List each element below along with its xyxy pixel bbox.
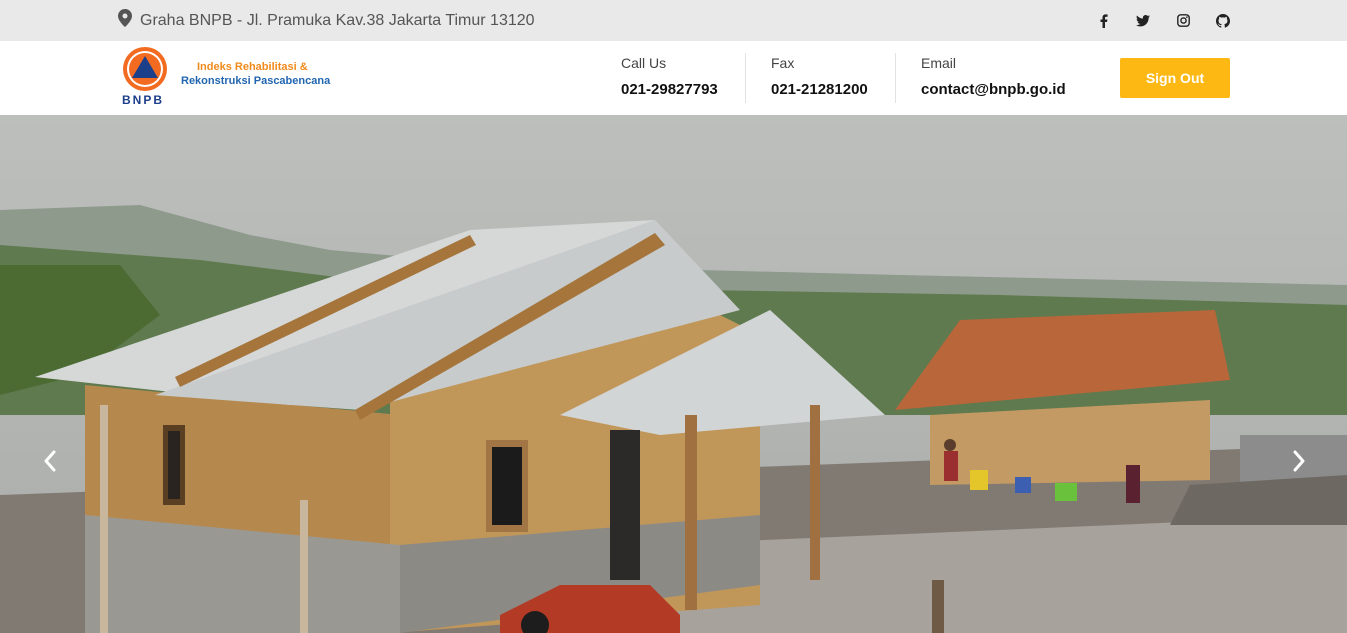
twitter-icon[interactable] [1136, 14, 1150, 28]
address-text: Graha BNPB - Jl. Pramuka Kav.38 Jakarta … [140, 11, 535, 29]
instagram-icon[interactable] [1176, 14, 1190, 28]
tagline-line-2: Rekonstruksi Pascabencana [181, 75, 331, 87]
contact-divider [895, 53, 896, 103]
site-tagline: Indeks Rehabilitasi & Rekonstruksi Pasca… [181, 60, 330, 88]
github-icon[interactable] [1216, 13, 1230, 28]
contact-email-value: contact@bnpb.go.id [921, 81, 1066, 98]
contact-fax-label: Fax [771, 55, 795, 71]
logo-text: BNPB [122, 93, 165, 107]
main-header: BNPB Indeks Rehabilitasi & Rekonstruksi … [0, 41, 1347, 115]
chevron-right-icon [1292, 450, 1306, 477]
carousel-next-button[interactable] [1287, 445, 1311, 481]
tagline-line-1: Indeks Rehabilitasi & [197, 61, 308, 73]
contact-call-value: 021-29827793 [621, 81, 718, 98]
map-pin-icon [118, 9, 132, 32]
chevron-left-icon [43, 450, 57, 477]
facebook-icon[interactable] [1096, 13, 1110, 28]
contact-call-label: Call Us [621, 55, 667, 71]
address-block: Graha BNPB - Jl. Pramuka Kav.38 Jakarta … [118, 0, 535, 41]
carousel-prev-button[interactable] [38, 445, 62, 481]
contact-divider [745, 53, 746, 103]
hero-carousel [0, 115, 1347, 633]
social-links [1096, 0, 1230, 41]
top-bar: Graha BNPB - Jl. Pramuka Kav.38 Jakarta … [0, 0, 1347, 41]
hero-image [0, 115, 1347, 633]
sign-out-button[interactable]: Sign Out [1120, 58, 1230, 98]
contact-email-label: Email [921, 55, 957, 71]
contact-fax-value: 021-21281200 [771, 81, 868, 98]
